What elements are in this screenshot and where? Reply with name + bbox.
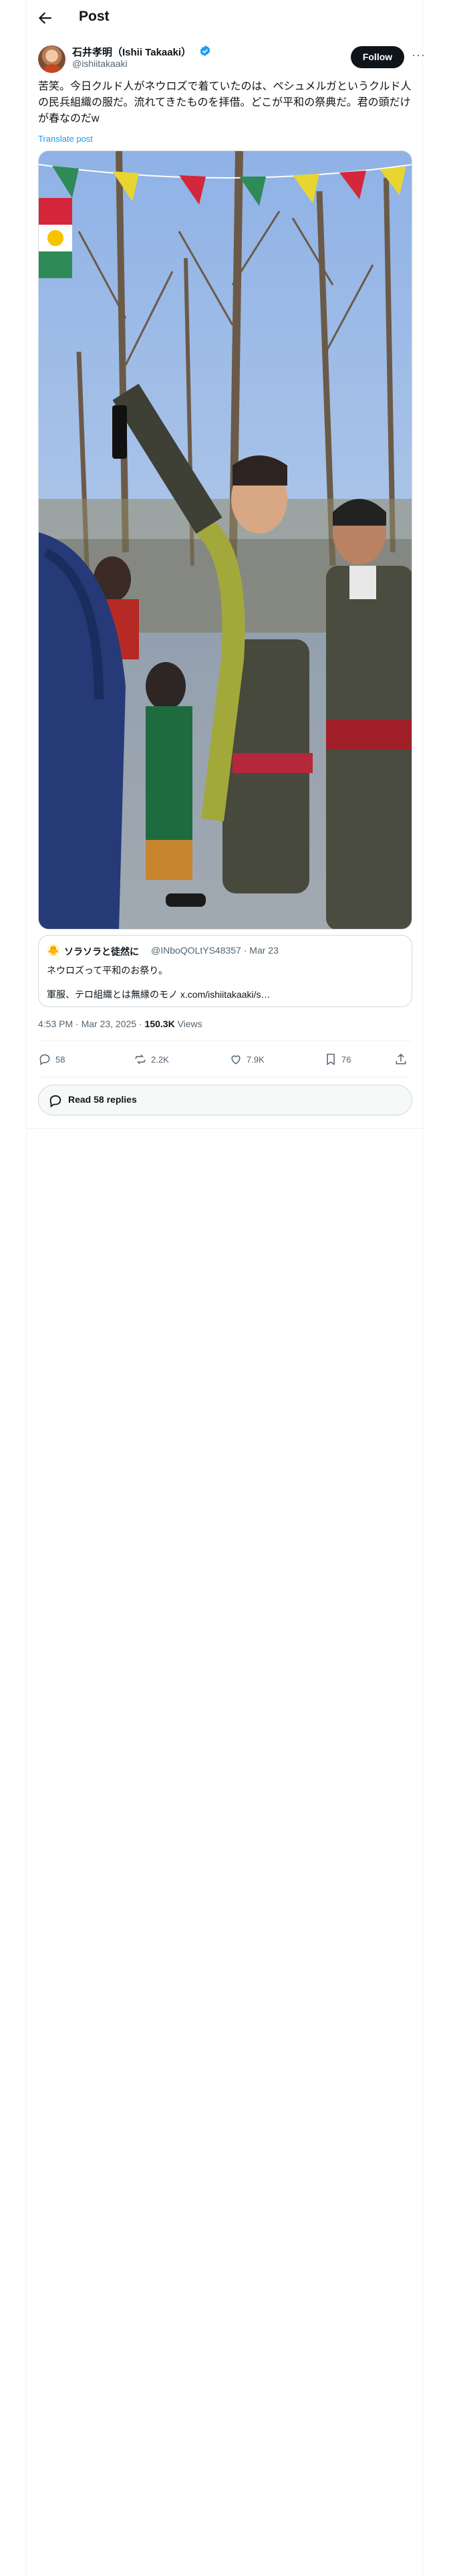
tweet-text: 苦笑。今日クルド人がネウロズで着ていたのは、ペシュメルガというクルド人の民兵組織… bbox=[38, 81, 412, 124]
read-replies-button[interactable]: Read 58 replies bbox=[38, 1085, 412, 1115]
post-time[interactable]: 4:53 PM · Mar 23, 2025 · bbox=[38, 1018, 145, 1029]
share-icon bbox=[396, 1053, 406, 1065]
verified-badge-icon bbox=[200, 45, 210, 57]
reply-button[interactable]: 58 bbox=[38, 1052, 65, 1067]
repost-icon bbox=[134, 1054, 146, 1065]
share-button[interactable] bbox=[394, 1052, 412, 1067]
quote-text-line-1: ネウロズって平和のお祭り。 bbox=[47, 965, 168, 976]
top-bar: Post bbox=[27, 0, 424, 35]
quote-text-line-2: 軍服、テロ組織とは無縁のモノ x.com/ishiitakaaki/s… bbox=[47, 989, 271, 1000]
main-column: Post 石井孝明（Ishii Takaaki） @ishiitakaaki F… bbox=[26, 0, 426, 2576]
heart-icon bbox=[231, 1055, 241, 1065]
read-replies-label: Read 58 replies bbox=[68, 1094, 137, 1105]
follow-button[interactable]: Follow bbox=[351, 46, 404, 68]
post-timestamp: 4:53 PM · Mar 23, 2025 · 150.3K Views bbox=[38, 1018, 202, 1029]
reply-count: 58 bbox=[55, 1054, 65, 1065]
more-options-icon[interactable]: ··· bbox=[412, 48, 426, 62]
author-display-name[interactable]: 石井孝明（Ishii Takaaki） bbox=[72, 45, 191, 59]
divider bbox=[27, 1128, 424, 1129]
bookmark-count: 76 bbox=[341, 1054, 351, 1065]
bookmark-button[interactable]: 76 bbox=[324, 1052, 351, 1067]
quote-display-name: ソラソラと徒然に bbox=[64, 946, 139, 957]
translate-post-link[interactable]: Translate post bbox=[38, 134, 93, 144]
repost-count: 2.2K bbox=[151, 1054, 169, 1065]
quoted-post[interactable]: 🐥 ソラソラと徒然に @INboQOLtYS48357 · Mar 23 ネウロ… bbox=[38, 935, 412, 1007]
back-arrow-icon[interactable] bbox=[36, 9, 53, 27]
like-button[interactable]: 7.9K bbox=[229, 1052, 265, 1067]
views-count: 150.3K bbox=[144, 1018, 175, 1029]
views-label: Views bbox=[174, 1018, 202, 1029]
speech-bubble-icon bbox=[49, 1095, 61, 1108]
reply-icon bbox=[39, 1054, 50, 1065]
page-title: Post bbox=[79, 9, 110, 24]
repost-button[interactable]: 2.2K bbox=[134, 1052, 169, 1067]
post-photo[interactable] bbox=[38, 150, 412, 930]
quote-avatar: 🐥 bbox=[47, 944, 60, 957]
quote-handle-date: @INboQOLtYS48357 · Mar 23 bbox=[151, 945, 279, 956]
bookmark-icon bbox=[327, 1053, 335, 1065]
photo-illustration bbox=[39, 151, 412, 929]
avatar[interactable] bbox=[38, 45, 65, 73]
author-handle[interactable]: @ishiitakaaki bbox=[72, 58, 128, 69]
like-count: 7.9K bbox=[247, 1054, 265, 1065]
